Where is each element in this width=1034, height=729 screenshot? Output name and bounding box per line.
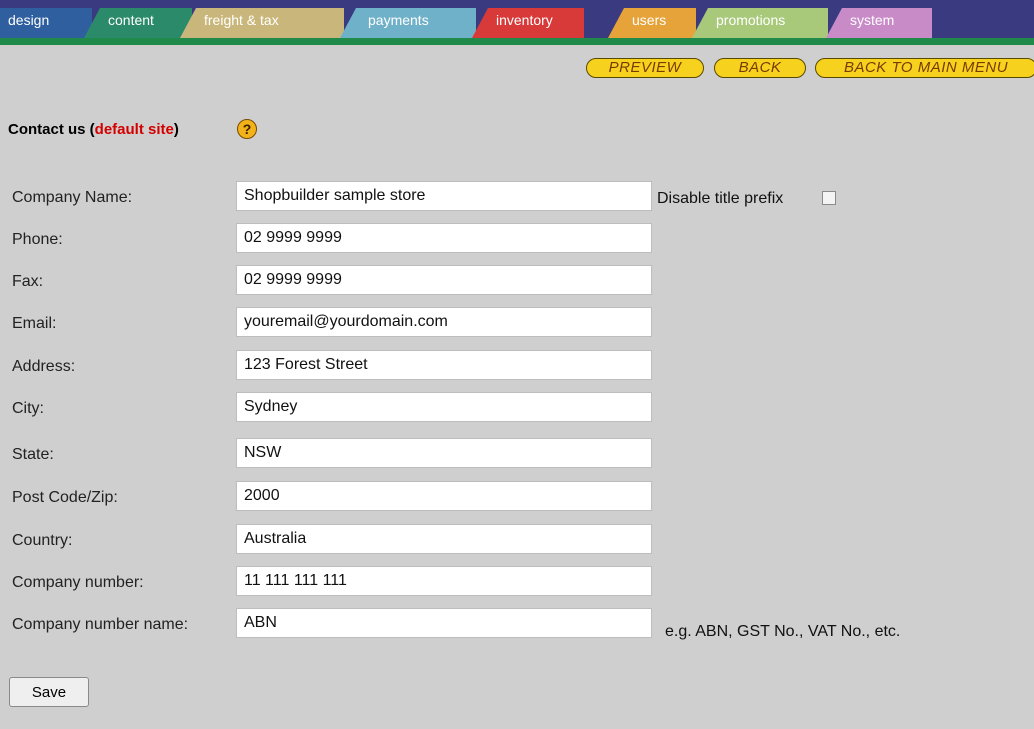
tab-payments[interactable]: payments xyxy=(340,8,476,38)
company-number-name-input[interactable] xyxy=(236,608,652,638)
back-to-main-menu-button[interactable]: BACK TO MAIN MENU xyxy=(815,58,1034,78)
tab-notch xyxy=(826,8,842,38)
postcode-input[interactable] xyxy=(236,481,652,511)
country-label: Country: xyxy=(12,532,73,549)
site-name: default site xyxy=(94,121,174,138)
tab-label: freight & tax xyxy=(204,12,279,28)
preview-button[interactable]: PREVIEW xyxy=(586,58,704,78)
tab-label: design xyxy=(8,12,50,28)
state-label: State: xyxy=(12,446,54,463)
tab-notch xyxy=(608,8,624,38)
company-number-name-label: Company number name: xyxy=(12,616,189,633)
tab-label: system xyxy=(850,12,895,28)
save-button[interactable]: Save xyxy=(9,677,89,707)
disable-title-prefix-label: Disable title prefix xyxy=(657,190,784,207)
tab-label: payments xyxy=(368,12,429,28)
fax-label: Fax: xyxy=(12,273,44,290)
email-label: Email: xyxy=(12,315,57,332)
city-label: City: xyxy=(12,400,44,417)
company-number-label: Company number: xyxy=(12,574,144,591)
tab-notch xyxy=(692,8,708,38)
tab-notch xyxy=(340,8,356,38)
disable-title-prefix-checkbox[interactable] xyxy=(822,191,836,205)
tab-freight-tax[interactable]: freight & tax xyxy=(180,8,344,38)
tab-label: promotions xyxy=(716,12,786,28)
page-title: Contact us (default site) xyxy=(8,121,179,138)
tab-notch xyxy=(84,8,100,38)
nav-underline xyxy=(0,38,1034,45)
city-input[interactable] xyxy=(236,392,652,422)
tab-promotions[interactable]: promotions xyxy=(692,8,828,38)
tab-notch xyxy=(472,8,488,38)
phone-input[interactable] xyxy=(236,223,652,253)
tab-label: content xyxy=(108,12,154,28)
postcode-label: Post Code/Zip: xyxy=(12,489,118,506)
page-title-suffix: ) xyxy=(173,121,179,138)
email-input[interactable] xyxy=(236,307,652,337)
tab-inventory[interactable]: inventory xyxy=(472,8,584,38)
tab-system[interactable]: system xyxy=(826,8,932,38)
company-name-label: Company Name: xyxy=(12,189,133,206)
tab-notch xyxy=(180,8,196,38)
country-input[interactable] xyxy=(236,524,652,554)
state-input[interactable] xyxy=(236,438,652,468)
company-number-input[interactable] xyxy=(236,566,652,596)
company-name-input[interactable] xyxy=(236,181,652,211)
page-title-text: Contact us ( xyxy=(8,121,95,138)
company-number-hint: e.g. ABN, GST No., VAT No., etc. xyxy=(665,623,901,640)
address-label: Address: xyxy=(12,358,76,375)
fax-input[interactable] xyxy=(236,265,652,295)
tab-label: inventory xyxy=(496,12,553,28)
back-button[interactable]: BACK xyxy=(714,58,806,78)
tab-design[interactable]: design xyxy=(0,8,92,38)
address-input[interactable] xyxy=(236,350,652,380)
tab-users[interactable]: users xyxy=(608,8,696,38)
tab-content[interactable]: content xyxy=(84,8,192,38)
help-icon[interactable]: ? xyxy=(237,119,257,139)
phone-label: Phone: xyxy=(12,231,63,248)
tab-label: users xyxy=(632,12,667,28)
